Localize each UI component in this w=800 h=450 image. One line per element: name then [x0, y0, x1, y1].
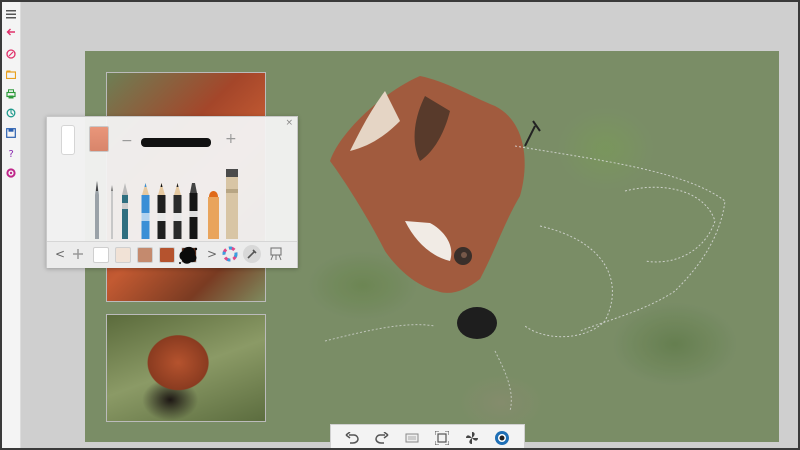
color-swatch-rust[interactable] [159, 247, 175, 263]
orange-crayon-tool[interactable] [207, 187, 220, 239]
back-arrow-icon[interactable] [3, 24, 19, 40]
color-swatch-cream[interactable] [115, 247, 131, 263]
size-increase-button[interactable]: + [225, 132, 237, 146]
tool-rack [87, 163, 287, 239]
ballpoint-tool[interactable] [121, 183, 129, 239]
pencil-tool[interactable] [173, 183, 182, 239]
brush-panel: × − + < > [46, 116, 298, 268]
palette-next-button[interactable]: > [207, 246, 217, 262]
layers-icon[interactable] [403, 429, 421, 447]
marker-tool[interactable] [189, 183, 198, 239]
svg-text:?: ? [9, 149, 14, 158]
fine-pen-tool[interactable] [109, 185, 115, 239]
brush-size-slider[interactable] [141, 138, 211, 147]
color-swatch-white[interactable] [93, 247, 109, 263]
eyedropper-icon[interactable] [243, 245, 261, 263]
hamburger-icon[interactable] [3, 6, 19, 22]
help-icon[interactable]: ? [3, 145, 19, 161]
brush-icon[interactable] [3, 46, 19, 62]
panel-close-button[interactable]: × [285, 118, 293, 128]
app-window: ? × − + < > [2, 2, 798, 448]
reference-photo-panda[interactable] [106, 314, 266, 422]
color-palette: < > [47, 241, 297, 268]
palette-prev-button[interactable]: < [55, 246, 65, 262]
redo-icon[interactable] [373, 429, 391, 447]
folder-icon[interactable] [3, 66, 19, 82]
blend-icon[interactable] [463, 429, 481, 447]
color-picker-icon[interactable] [493, 429, 511, 447]
gear-icon[interactable] [3, 165, 19, 181]
save-icon[interactable] [3, 125, 19, 141]
easel-icon[interactable] [267, 245, 285, 263]
pen-tool[interactable] [93, 181, 101, 239]
share-icon[interactable] [3, 105, 19, 121]
color-swatch-tan[interactable] [137, 247, 153, 263]
eraser-tool[interactable] [89, 126, 109, 152]
bottom-toolbar [330, 424, 525, 448]
left-toolbar: ? [2, 2, 21, 448]
fit-screen-icon[interactable] [433, 429, 451, 447]
size-decrease-button[interactable]: − [121, 134, 133, 148]
add-color-button[interactable] [69, 245, 87, 263]
black-pencil-tool[interactable] [157, 183, 166, 239]
color-wheel-icon[interactable] [221, 245, 239, 263]
blue-pencil-tool[interactable] [141, 183, 150, 239]
selected-pen-slot[interactable] [61, 125, 75, 155]
printer-icon[interactable] [3, 86, 19, 102]
tall-marker-tool[interactable] [225, 169, 239, 239]
undo-icon[interactable] [343, 429, 361, 447]
ink-blot-swatch[interactable] [177, 244, 199, 266]
